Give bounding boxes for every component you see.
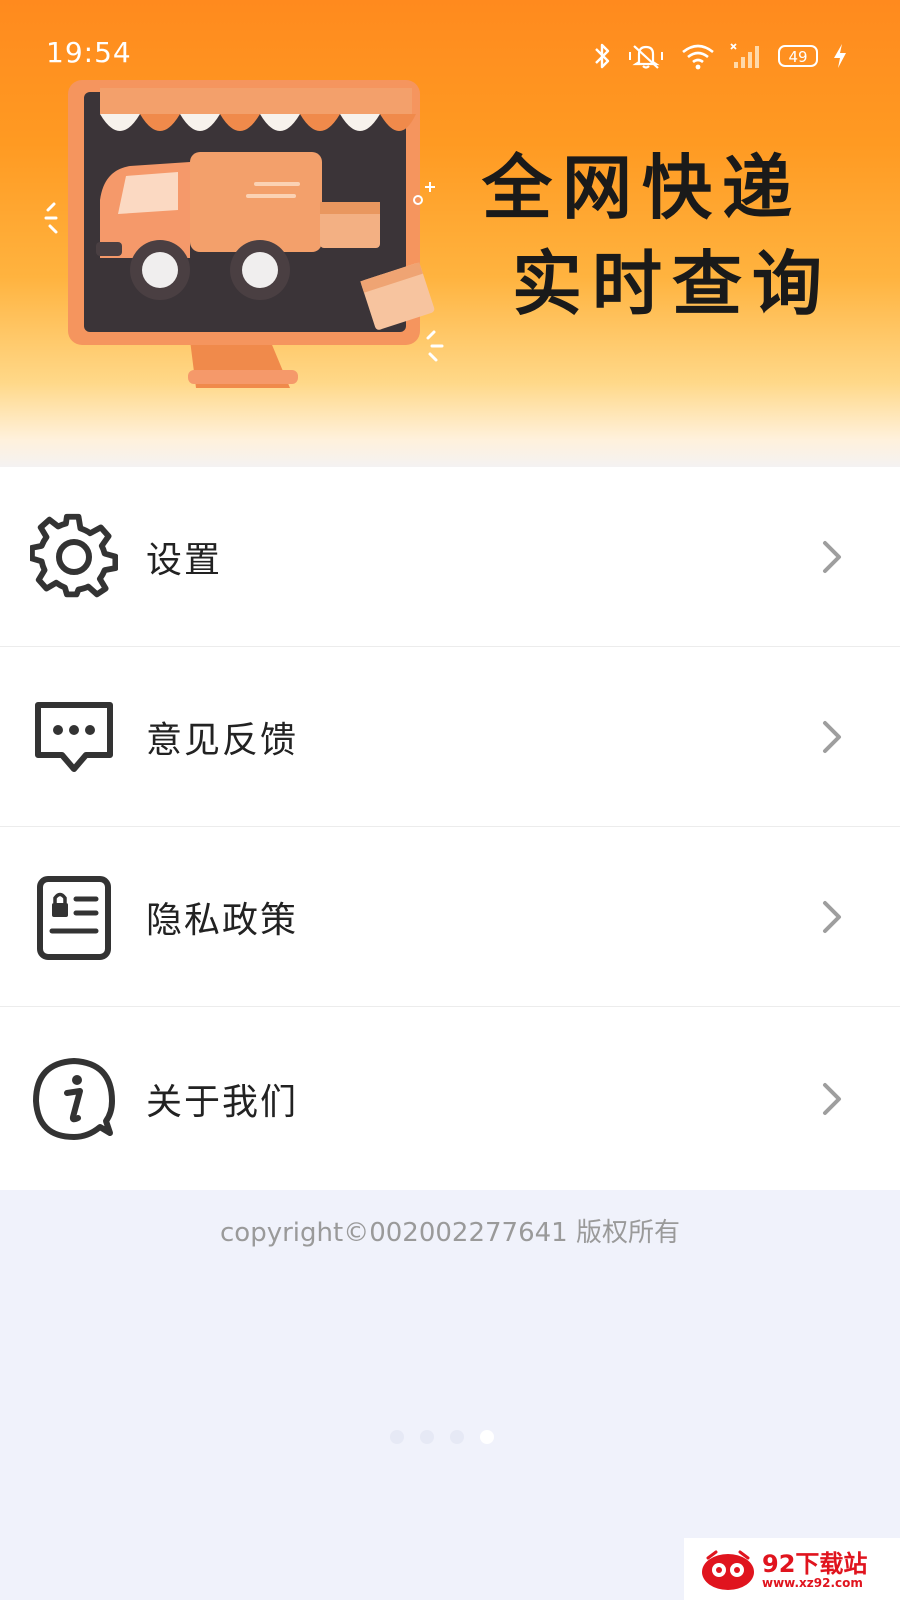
status-icons: 49 bbox=[592, 40, 848, 72]
menu-item-label: 意见反馈 bbox=[146, 719, 299, 761]
signal-icon bbox=[730, 43, 759, 68]
chevron-right-icon bbox=[823, 720, 841, 753]
watermark-url: www.xz92.com bbox=[762, 1576, 863, 1590]
charging-icon bbox=[834, 44, 846, 68]
page-dot[interactable] bbox=[420, 1430, 434, 1444]
watermark-text: 92下载站 bbox=[762, 1550, 868, 1578]
privacy-document-icon bbox=[37, 875, 111, 960]
chevron-right-icon bbox=[823, 900, 841, 933]
battery-level: 49 bbox=[788, 48, 808, 66]
page-dot-active[interactable] bbox=[480, 1430, 494, 1444]
menu-item-privacy[interactable]: 隐私政策 bbox=[0, 827, 900, 1007]
menu-item-about[interactable]: 关于我们 bbox=[0, 1007, 900, 1190]
watermark: 92下载站 www.xz92.com bbox=[684, 1538, 900, 1600]
header-banner: 19:54 49 全网快递 实时查询 bbox=[0, 0, 900, 478]
menu-item-label: 隐私政策 bbox=[146, 899, 299, 941]
menu-item-feedback[interactable]: 意见反馈 bbox=[0, 647, 900, 827]
chevron-right-icon bbox=[823, 540, 841, 573]
info-icon bbox=[33, 1057, 115, 1140]
mute-icon bbox=[629, 45, 663, 69]
banner-title: 全网快递 实时查询 bbox=[482, 140, 842, 332]
page-dot[interactable] bbox=[390, 1430, 404, 1444]
page-indicator bbox=[390, 1430, 494, 1444]
banner-title-line1: 全网快递 bbox=[482, 147, 802, 229]
chevron-right-icon bbox=[823, 1082, 841, 1115]
gear-icon bbox=[30, 513, 118, 597]
menu-item-label: 设置 bbox=[146, 539, 223, 581]
delivery-truck-shop-illustration bbox=[44, 80, 444, 388]
settings-menu: 设置 意见反馈 隐私政策 关于我们 bbox=[0, 467, 900, 1190]
wifi-icon bbox=[682, 44, 714, 70]
watermark-logo bbox=[702, 1550, 754, 1590]
menu-item-label: 关于我们 bbox=[146, 1081, 299, 1123]
bluetooth-icon bbox=[595, 43, 610, 69]
status-time: 19:54 bbox=[46, 36, 132, 69]
battery-indicator: 49 bbox=[778, 45, 818, 67]
menu-item-settings[interactable]: 设置 bbox=[0, 467, 900, 647]
banner-title-line2: 实时查询 bbox=[512, 243, 832, 325]
feedback-icon bbox=[35, 701, 113, 772]
copyright-text: copyright©002002277641 版权所有 bbox=[220, 1218, 680, 1248]
page-dot[interactable] bbox=[450, 1430, 464, 1444]
